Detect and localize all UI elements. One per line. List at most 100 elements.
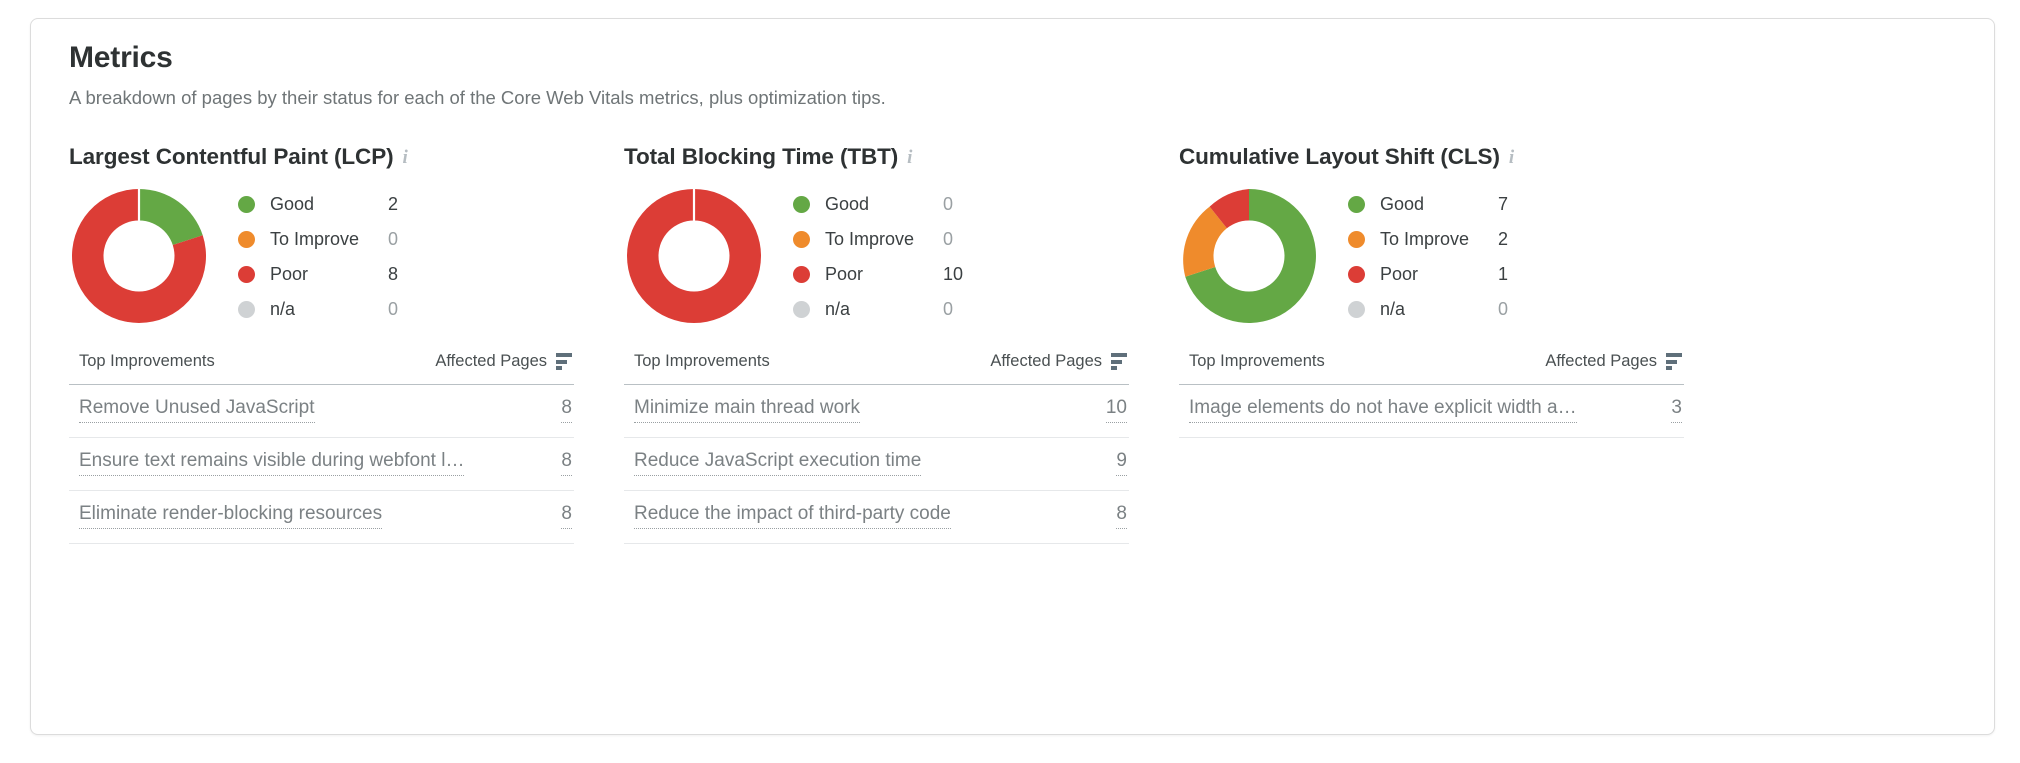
metrics-card: Metrics A breakdown of pages by their st… [30, 18, 1995, 735]
info-icon[interactable]: i [1509, 148, 1514, 167]
legend-dot-na [793, 300, 810, 318]
legend-value-to-improve: 2 [1498, 228, 1509, 249]
legend-row: To Improve 0 [238, 222, 414, 257]
column-header-improvements: Top Improvements [79, 351, 215, 370]
legend-value-na: 0 [388, 298, 399, 319]
legend-label-poor: Poor [825, 263, 864, 284]
column-header-improvements: Top Improvements [634, 351, 770, 370]
table-row: Image elements do not have explicit widt… [1179, 385, 1684, 438]
info-icon[interactable]: i [907, 148, 912, 167]
improvement-link[interactable]: Ensure text remains visible during webfo… [79, 451, 465, 476]
legend-value-poor: 8 [388, 263, 399, 284]
donut-svg-lcp [72, 188, 207, 323]
affected-pages-value[interactable]: 9 [1116, 450, 1127, 476]
table-row: Reduce the impact of third-party code 8 [624, 491, 1129, 544]
legend-row: Poor 10 [793, 257, 969, 292]
sort-descending-icon[interactable] [1111, 352, 1127, 371]
legend-dot-na [1348, 300, 1365, 318]
column-header-affected-pages-group: Affected Pages [435, 352, 572, 371]
column-header-affected-pages-group: Affected Pages [1545, 352, 1682, 371]
legend-value-na: 0 [943, 298, 954, 319]
table-header-lcp: Top Improvements Affected Pages [69, 352, 574, 385]
legend-row: To Improve 0 [793, 222, 969, 257]
donut-chart-cls [1179, 186, 1321, 326]
legend-label-good: Good [270, 193, 315, 214]
legend-value-good: 2 [388, 193, 399, 214]
legend-dot-to-improve [238, 230, 255, 248]
column-header-affected-pages: Affected Pages [990, 351, 1102, 370]
legend-value-na: 0 [1498, 298, 1509, 319]
affected-pages-value[interactable]: 10 [1105, 397, 1127, 423]
legend-value-poor: 10 [943, 263, 964, 284]
info-icon[interactable]: i [403, 148, 408, 167]
legend-dot-to-improve [1348, 230, 1365, 248]
metric-title-tbt: Total Blocking Time (TBT) [624, 143, 899, 169]
legend-row: n/a 0 [238, 292, 414, 327]
metric-header-lcp: Largest Contentful Paint (LCP) i [69, 144, 574, 170]
legend-dot-good [1348, 195, 1365, 213]
legend-lcp: Good 2 To Improve 0 Poor 8 n/a 0 [238, 185, 414, 327]
legend-value-to-improve: 0 [388, 228, 399, 249]
table-row: Reduce JavaScript execution time 9 [624, 438, 1129, 491]
metric-title-lcp: Largest Contentful Paint (LCP) [69, 143, 394, 169]
legend-dot-na [238, 300, 255, 318]
affected-pages-value[interactable]: 8 [1116, 503, 1127, 529]
legend-dot-good [793, 195, 810, 213]
donut-svg-cls [1183, 188, 1316, 323]
legend-dot-to-improve [793, 230, 810, 248]
legend-value-good: 7 [1498, 193, 1509, 214]
page-title: Metrics [69, 41, 173, 74]
column-header-affected-pages: Affected Pages [1545, 351, 1657, 370]
improvement-link[interactable]: Reduce JavaScript execution time [634, 451, 922, 476]
legend-dot-good [238, 195, 255, 213]
legend-row: Good 2 [238, 187, 414, 222]
sort-descending-icon[interactable] [556, 352, 572, 371]
legend-cls: Good 7 To Improve 2 Poor 1 n/a 0 [1348, 185, 1524, 327]
affected-pages-value[interactable]: 3 [1671, 397, 1682, 423]
sort-descending-icon[interactable] [1666, 352, 1682, 371]
donut-hole [1213, 220, 1285, 292]
metric-title-cls: Cumulative Layout Shift (CLS) [1179, 143, 1500, 169]
legend-value-poor: 1 [1498, 263, 1509, 284]
legend-value-good: 0 [943, 193, 954, 214]
legend-dot-poor [1348, 265, 1365, 283]
table-header-cls: Top Improvements Affected Pages [1179, 352, 1684, 385]
affected-pages-value[interactable]: 8 [561, 450, 572, 476]
metric-column-tbt: Total Blocking Time (TBT) i Good 0 To Im… [624, 144, 1129, 544]
donut-chart-lcp [69, 186, 211, 326]
legend-dot-poor [238, 265, 255, 283]
donut-hole [103, 220, 175, 292]
legend-value-to-improve: 0 [943, 228, 954, 249]
chart-block-tbt: Good 0 To Improve 0 Poor 10 n/a 0 [624, 186, 1129, 326]
legend-row: Good 0 [793, 187, 969, 222]
table-row: Remove Unused JavaScript 8 [69, 385, 574, 438]
legend-label-to-improve: To Improve [1380, 228, 1470, 249]
table-row: Minimize main thread work 10 [624, 385, 1129, 438]
legend-label-good: Good [825, 193, 870, 214]
legend-row: To Improve 2 [1348, 222, 1524, 257]
legend-label-to-improve: To Improve [825, 228, 915, 249]
table-row: Eliminate render-blocking resources 8 [69, 491, 574, 544]
improvement-link[interactable]: Minimize main thread work [634, 398, 860, 423]
legend-label-na: n/a [825, 298, 851, 319]
legend-label-poor: Poor [1380, 263, 1419, 284]
improvement-link[interactable]: Eliminate render-blocking resources [79, 504, 383, 529]
metric-header-cls: Cumulative Layout Shift (CLS) i [1179, 144, 1684, 170]
improvement-link[interactable]: Image elements do not have explicit widt… [1189, 398, 1577, 423]
legend-row: n/a 0 [793, 292, 969, 327]
improvement-link[interactable]: Reduce the impact of third-party code [634, 504, 951, 529]
chart-block-cls: Good 7 To Improve 2 Poor 1 n/a 0 [1179, 186, 1684, 326]
metric-column-lcp: Largest Contentful Paint (LCP) i Good 2 … [69, 144, 574, 544]
improvement-link[interactable]: Remove Unused JavaScript [79, 398, 315, 423]
table-header-tbt: Top Improvements Affected Pages [624, 352, 1129, 385]
legend-label-to-improve: To Improve [270, 228, 360, 249]
metrics-columns: Largest Contentful Paint (LCP) i Good 2 … [69, 144, 1958, 544]
legend-dot-poor [793, 265, 810, 283]
legend-row: Poor 1 [1348, 257, 1524, 292]
donut-hole [658, 220, 730, 292]
legend-label-na: n/a [270, 298, 296, 319]
metric-header-tbt: Total Blocking Time (TBT) i [624, 144, 1129, 170]
affected-pages-value[interactable]: 8 [561, 503, 572, 529]
page-subtitle: A breakdown of pages by their status for… [69, 86, 886, 108]
affected-pages-value[interactable]: 8 [561, 397, 572, 423]
